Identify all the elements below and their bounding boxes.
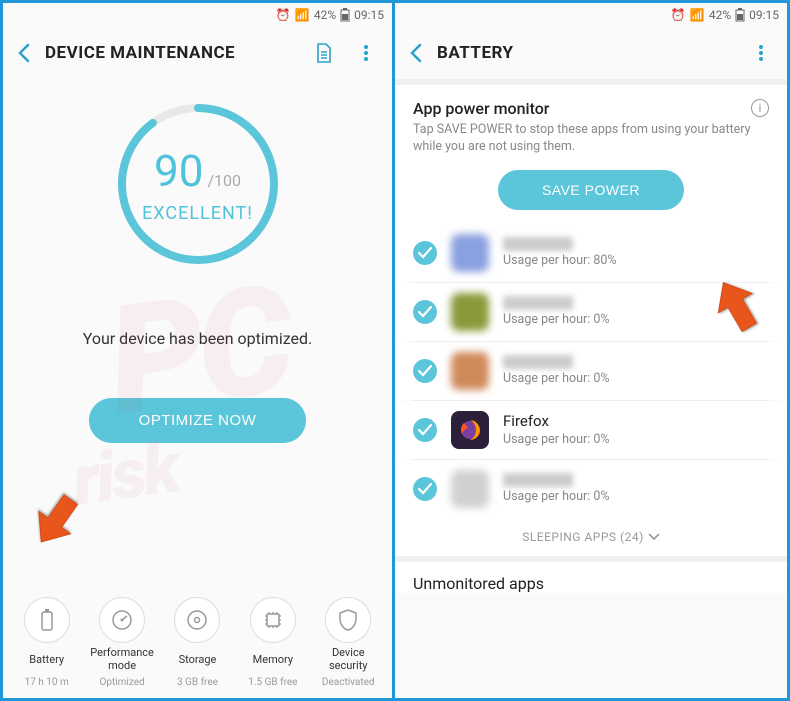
tile-sub: Optimized [99, 677, 144, 688]
app-name [503, 296, 573, 310]
appbar: DEVICE MAINTENANCE [3, 27, 392, 79]
app-usage: Usage per hour: 0% [503, 489, 769, 504]
sleeping-apps-toggle[interactable]: SLEEPING APPS (24) [395, 518, 787, 556]
save-power-button[interactable]: SAVE POWER [498, 170, 684, 210]
battery-pct: 42% [709, 8, 731, 22]
section-title: App power monitor [413, 99, 769, 118]
battery-pct: 42% [314, 8, 336, 22]
page-title: BATTERY [437, 43, 735, 63]
appbar: BATTERY [395, 27, 787, 79]
alarm-icon: ⏰ [276, 8, 291, 22]
checkbox-checked-icon[interactable] [413, 359, 437, 383]
unmonitored-apps-title: Unmonitored apps [395, 556, 787, 593]
app-row[interactable]: Firefox Usage per hour: 0% [395, 401, 787, 459]
tile-security[interactable]: Device security Deactivated [314, 597, 382, 688]
app-power-monitor-section: i App power monitor Tap SAVE POWER to st… [395, 85, 787, 224]
battery-icon [340, 8, 350, 22]
tile-label: Performance mode [88, 647, 156, 673]
app-info: Usage per hour: 0% [503, 355, 769, 386]
app-row[interactable]: Usage per hour: 80% [395, 224, 787, 282]
info-icon[interactable]: i [751, 99, 769, 117]
tile-sub: 1.5 GB free [248, 677, 297, 688]
battery-icon [735, 8, 745, 22]
battery-icon [24, 597, 70, 643]
sleeping-label: SLEEPING APPS (24) [522, 530, 644, 544]
signal-icon: 📶 [690, 8, 705, 22]
document-icon[interactable] [308, 37, 340, 69]
clock-time: 09:15 [749, 8, 779, 22]
app-info: Firefox Usage per hour: 0% [503, 412, 769, 447]
app-name: Firefox [503, 412, 769, 430]
tile-label: Battery [29, 647, 64, 673]
clock-time: 09:15 [354, 8, 384, 22]
chevron-down-icon [648, 530, 660, 544]
status-bar: ⏰ 📶 42% 09:15 [395, 3, 787, 27]
phone-battery: ⏰ 📶 42% 09:15 BATTERY i App power monito… [395, 3, 787, 698]
tile-label: Device security [314, 647, 382, 673]
section-subtitle: Tap SAVE POWER to stop these apps from u… [413, 122, 769, 156]
tile-label: Memory [253, 647, 293, 673]
app-info: Usage per hour: 0% [503, 473, 769, 504]
app-row[interactable]: Usage per hour: 0% [395, 342, 787, 400]
tile-sub: 3 GB free [177, 677, 218, 688]
app-usage: Usage per hour: 0% [503, 432, 769, 447]
app-icon [451, 352, 489, 390]
optimize-now-button[interactable]: OPTIMIZE NOW [89, 398, 307, 443]
tile-sub: Deactivated [322, 677, 375, 688]
app-icon [451, 411, 489, 449]
shield-icon [325, 597, 371, 643]
app-icon [451, 293, 489, 331]
more-menu-icon[interactable] [745, 37, 777, 69]
app-row[interactable]: Usage per hour: 0% [395, 460, 787, 518]
tile-memory[interactable]: Memory 1.5 GB free [239, 597, 307, 688]
back-button[interactable] [405, 42, 427, 64]
alarm-icon: ⏰ [671, 8, 686, 22]
more-menu-icon[interactable] [350, 37, 382, 69]
status-bar: ⏰ 📶 42% 09:15 [3, 3, 392, 27]
app-name [503, 355, 573, 369]
app-info: Usage per hour: 80% [503, 237, 769, 268]
score-value: 90 [154, 145, 203, 197]
tile-battery[interactable]: Battery 17 h 10 m [13, 597, 81, 688]
app-list[interactable]: Usage per hour: 80% Usage per hour: 0% Usa… [395, 224, 787, 518]
page-title: DEVICE MAINTENANCE [45, 43, 298, 63]
app-row[interactable]: Usage per hour: 0% [395, 283, 787, 341]
bottom-tile-row: Battery 17 h 10 m Performance mode Optim… [3, 597, 392, 688]
tile-label: Storage [179, 647, 217, 673]
checkbox-checked-icon[interactable] [413, 477, 437, 501]
tile-storage[interactable]: Storage 3 GB free [163, 597, 231, 688]
app-usage: Usage per hour: 0% [503, 371, 769, 386]
score-ring: 90 /100 EXCELLENT! [113, 99, 283, 269]
signal-icon: 📶 [295, 8, 310, 22]
app-usage: Usage per hour: 0% [503, 312, 769, 327]
tile-performance[interactable]: Performance mode Optimized [88, 597, 156, 688]
score-max: /100 [207, 171, 241, 190]
app-name [503, 473, 573, 487]
app-icon [451, 234, 489, 272]
app-name [503, 237, 573, 251]
storage-icon [174, 597, 220, 643]
memory-chip-icon [250, 597, 296, 643]
checkbox-checked-icon[interactable] [413, 300, 437, 324]
gauge-icon [99, 597, 145, 643]
score-label: EXCELLENT! [142, 203, 253, 224]
checkbox-checked-icon[interactable] [413, 418, 437, 442]
phone-device-maintenance: ⏰ 📶 42% 09:15 DEVICE MAINTENANCE [3, 3, 395, 698]
app-usage: Usage per hour: 80% [503, 253, 769, 268]
optimized-message: Your device has been optimized. [3, 329, 392, 348]
score-panel: 90 /100 EXCELLENT! [3, 79, 392, 269]
tile-sub: 17 h 10 m [25, 677, 69, 688]
app-icon [451, 470, 489, 508]
checkbox-checked-icon[interactable] [413, 241, 437, 265]
annotation-arrow-icon [23, 483, 93, 553]
app-info: Usage per hour: 0% [503, 296, 769, 327]
back-button[interactable] [13, 42, 35, 64]
